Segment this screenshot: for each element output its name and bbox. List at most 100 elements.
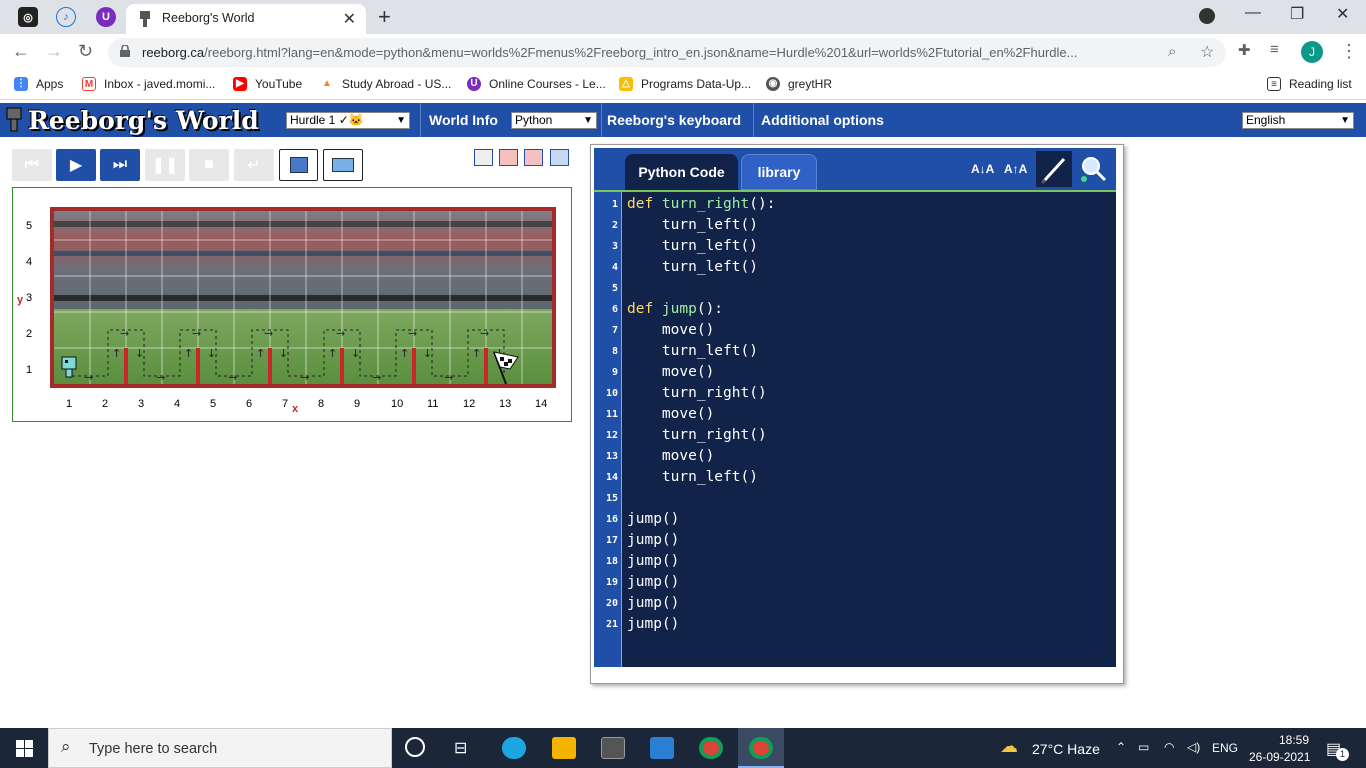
function-name-token: turn_right: [661, 196, 750, 212]
chrome-icon[interactable]: [699, 737, 723, 759]
pinned-tab-icon[interactable]: ♪: [56, 7, 76, 27]
bookmark-inbox[interactable]: M Inbox - javed.momi...: [82, 77, 215, 91]
tab-python-code[interactable]: Python Code: [625, 154, 738, 190]
new-tab-button[interactable]: +: [378, 4, 391, 30]
code-line: turn_left(): [627, 217, 758, 233]
world-edit-button[interactable]: [499, 149, 518, 166]
google-drive-icon: △: [619, 77, 633, 91]
forward-button[interactable]: →: [45, 41, 63, 62]
pinned-tab-icon[interactable]: ◎: [18, 7, 38, 27]
pause-button[interactable]: ❚❚: [145, 149, 185, 181]
active-tab[interactable]: Reeborg's World ✕: [126, 4, 366, 34]
bookmark-youtube[interactable]: ▶ YouTube: [233, 77, 302, 91]
code-line: move(): [627, 364, 715, 380]
step-button[interactable]: ⏭: [100, 149, 140, 181]
store-icon[interactable]: [601, 737, 625, 759]
world-image-button[interactable]: [550, 149, 569, 166]
run-button[interactable]: ▶: [56, 149, 96, 181]
code-line: def jump():: [627, 301, 723, 317]
bookmark-greythr[interactable]: ◉ greytHR: [766, 77, 832, 91]
chrome-profile-taskbar-button[interactable]: [738, 728, 784, 768]
y-tick: 4: [26, 256, 33, 268]
x-tick: 6: [246, 398, 253, 410]
minimize-button[interactable]: —: [1245, 4, 1261, 22]
code-token: ():: [749, 196, 776, 212]
bookmark-online-courses[interactable]: U Online Courses - Le...: [467, 77, 606, 91]
show-hidden-icons-icon[interactable]: ⌃: [1116, 740, 1126, 754]
chevron-down-icon: ▼: [583, 115, 593, 126]
mail-icon[interactable]: [650, 737, 674, 759]
battery-icon[interactable]: ▭: [1138, 740, 1149, 754]
media-control-icon[interactable]: ≡: [1270, 41, 1279, 58]
browser-toolbar: ← → ↻ reeborg.ca/reeborg.html?lang=en&mo…: [0, 34, 1366, 70]
edge-icon[interactable]: [502, 737, 526, 759]
watch-variables-button[interactable]: [1075, 151, 1111, 187]
language-select[interactable]: English ▼: [1242, 112, 1354, 129]
chevron-down-icon: ▼: [396, 115, 406, 126]
x-tick: 9: [354, 398, 361, 410]
close-tab-icon[interactable]: ✕: [343, 9, 356, 29]
bookmark-study-abroad[interactable]: ▲ Study Abroad - US...: [320, 77, 451, 91]
windows-start-icon[interactable]: [16, 740, 33, 757]
tab-search-icon[interactable]: [1199, 8, 1215, 24]
weather-text[interactable]: 27°C Haze: [1032, 741, 1100, 757]
wifi-icon[interactable]: ◠: [1164, 740, 1174, 754]
line-number: 13: [605, 451, 618, 462]
stop-button[interactable]: ■: [189, 149, 229, 181]
browser-menu-icon[interactable]: ⋮: [1340, 41, 1358, 62]
open-file-button[interactable]: [323, 149, 363, 181]
cortana-icon[interactable]: [405, 737, 425, 757]
task-view-icon[interactable]: ⊟: [454, 738, 467, 758]
svg-text:→: →: [84, 371, 93, 384]
bookmark-programs[interactable]: △ Programs Data-Up...: [619, 77, 751, 91]
svg-text:↑: ↑: [328, 347, 337, 360]
x-tick: 4: [174, 398, 181, 410]
line-number: 10: [605, 388, 618, 399]
clock-time[interactable]: 18:59: [1264, 733, 1324, 747]
reload-world-button[interactable]: ↵: [234, 149, 274, 181]
pinned-tab-icon[interactable]: U: [96, 7, 116, 27]
file-explorer-icon[interactable]: [552, 737, 576, 759]
udemy-icon: U: [467, 77, 481, 91]
code-line: turn_left(): [627, 343, 758, 359]
world-clear-button[interactable]: [524, 149, 543, 166]
magnifier-icon: [1081, 157, 1107, 182]
world-info-button[interactable]: World Info: [429, 112, 498, 128]
back-button[interactable]: ←: [12, 41, 30, 62]
code-line: def turn_right():: [627, 196, 775, 212]
highlight-button[interactable]: [1036, 151, 1072, 187]
divider: [420, 103, 421, 137]
world-select[interactable]: Hurdle 1 ✓🐱 ▼: [286, 112, 410, 129]
svg-text:↑: ↑: [400, 347, 409, 360]
taskbar-search-box[interactable]: ⌕ Type here to search: [48, 728, 392, 768]
clock-date[interactable]: 26-09-2021: [1249, 750, 1310, 764]
restore-button[interactable]: ❐: [1290, 4, 1304, 24]
tab-library[interactable]: library: [741, 154, 817, 190]
code-token: ():: [696, 301, 724, 317]
address-bar[interactable]: reeborg.ca/reeborg.html?lang=en&mode=pyt…: [108, 38, 1226, 67]
world-grid-svg: →↑→↓→ ↑→↓→ ↑→↓→ ↑→↓→ ↑→↓→ ↑→↓: [54, 211, 552, 385]
decrease-font-button[interactable]: A↓A: [971, 162, 994, 176]
reload-button[interactable]: ↻: [78, 41, 93, 62]
additional-options-button[interactable]: Additional options: [761, 112, 884, 128]
volume-icon[interactable]: ◁): [1187, 740, 1200, 754]
bookmark-star-icon[interactable]: ☆: [1200, 42, 1214, 62]
reverse-step-button[interactable]: ⏮: [12, 149, 52, 181]
code-line: turn_left(): [627, 259, 758, 275]
close-window-button[interactable]: ✕: [1336, 4, 1349, 24]
increase-font-button[interactable]: A↑A: [1004, 162, 1027, 176]
globe-icon: ◉: [766, 77, 780, 91]
save-button[interactable]: [279, 149, 318, 181]
mode-select[interactable]: Python ▼: [511, 112, 597, 129]
bookmark-apps[interactable]: ⋮ Apps: [14, 77, 63, 91]
keyboard-button[interactable]: Reeborg's keyboard: [607, 112, 741, 128]
extensions-icon[interactable]: ✚: [1238, 41, 1251, 59]
line-number: 2: [611, 220, 618, 231]
reading-list-button[interactable]: ≡ Reading list: [1267, 77, 1352, 91]
zoom-icon[interactable]: ⌕: [1168, 43, 1176, 60]
robot-view-button[interactable]: [474, 149, 493, 166]
bookmarks-bar: ⋮ Apps M Inbox - javed.momi... ▶ YouTube ▲ S…: [0, 70, 1366, 100]
svg-text:→: →: [120, 327, 129, 340]
input-language[interactable]: ENG: [1212, 741, 1238, 755]
profile-avatar[interactable]: J: [1301, 41, 1323, 63]
